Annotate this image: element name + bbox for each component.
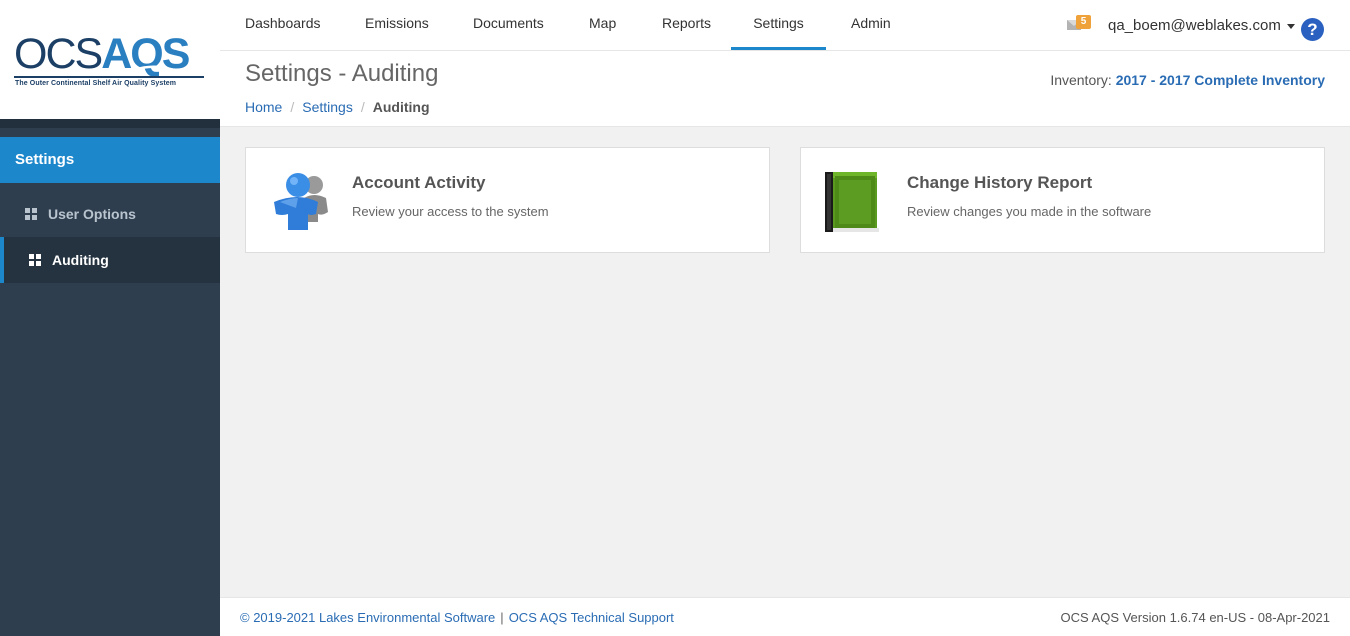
top-nav: Dashboards Emissions Documents Map Repor… xyxy=(220,0,1350,51)
inventory-link[interactable]: 2017 - 2017 Complete Inventory xyxy=(1116,72,1325,88)
page-title: Settings - Auditing xyxy=(245,60,439,87)
breadcrumb-separator: / xyxy=(360,99,365,115)
card-description: Review changes you made in the software xyxy=(907,204,1152,219)
caret-down-icon xyxy=(1286,23,1295,29)
nav-documents[interactable]: Documents xyxy=(473,0,544,50)
grid-icon xyxy=(29,254,42,267)
account-activity-card[interactable]: Account Activity Review your access to t… xyxy=(245,147,770,253)
nav-reports[interactable]: Reports xyxy=(662,0,711,50)
sidebar-item-label: Auditing xyxy=(52,252,109,268)
inventory-label: Inventory: xyxy=(1050,72,1112,88)
card-description: Review your access to the system xyxy=(352,204,549,219)
logo-area: OCSAQS The Outer Continental Shelf Air Q… xyxy=(0,0,220,128)
technical-support-link[interactable]: OCS AQS Technical Support xyxy=(509,610,674,625)
book-icon xyxy=(825,172,879,232)
nav-admin[interactable]: Admin xyxy=(851,0,891,50)
breadcrumb-settings[interactable]: Settings xyxy=(302,99,353,115)
version-info: OCS AQS Version 1.6.74 en-US - 08-Apr-20… xyxy=(1060,610,1330,625)
logo-wave-icon xyxy=(134,65,206,73)
logo-tagline: The Outer Continental Shelf Air Quality … xyxy=(15,80,177,87)
card-title: Change History Report xyxy=(907,173,1093,192)
nav-settings[interactable]: Settings xyxy=(731,0,826,50)
user-menu[interactable]: qa_boem@weblakes.com xyxy=(1108,17,1295,34)
page-header: Settings - Auditing Home / Settings / Auditi… xyxy=(220,51,1350,127)
user-icon xyxy=(274,173,328,230)
sidebar: OCSAQS The Outer Continental Shelf Air Q… xyxy=(0,0,220,636)
breadcrumb-home[interactable]: Home xyxy=(245,99,282,115)
sidebar-title: Settings xyxy=(0,137,220,183)
sidebar-item-label: User Options xyxy=(48,206,136,222)
user-email: qa_boem@weblakes.com xyxy=(1108,17,1281,34)
sidebar-item-auditing[interactable]: Auditing xyxy=(0,237,220,283)
nav-dashboards[interactable]: Dashboards xyxy=(245,0,321,50)
nav-emissions[interactable]: Emissions xyxy=(365,0,429,50)
help-icon[interactable]: ? xyxy=(1301,18,1324,41)
nav-map[interactable]: Map xyxy=(589,0,616,50)
app-logo[interactable]: OCSAQS The Outer Continental Shelf Air Q… xyxy=(14,32,208,92)
breadcrumb-current: Auditing xyxy=(372,99,430,115)
logo-underline xyxy=(14,76,204,78)
breadcrumb-separator: / xyxy=(290,99,295,115)
mail-count-badge: 5 xyxy=(1076,15,1091,29)
logo-ocs-text: OCS xyxy=(14,30,103,78)
inventory-indicator: Inventory: 2017 - 2017 Complete Inventor… xyxy=(1050,72,1325,88)
sidebar-item-user-options[interactable]: User Options xyxy=(0,191,220,237)
card-title: Account Activity xyxy=(352,173,486,192)
footer: © 2019-2021 Lakes Environmental Software… xyxy=(220,597,1350,636)
footer-separator: | xyxy=(500,610,504,625)
breadcrumb: Home / Settings / Auditing xyxy=(245,99,430,115)
grid-icon xyxy=(25,208,38,221)
copyright-link[interactable]: © 2019-2021 Lakes Environmental Software xyxy=(240,610,495,625)
change-history-report-card[interactable]: Change History Report Review changes you… xyxy=(800,147,1325,253)
